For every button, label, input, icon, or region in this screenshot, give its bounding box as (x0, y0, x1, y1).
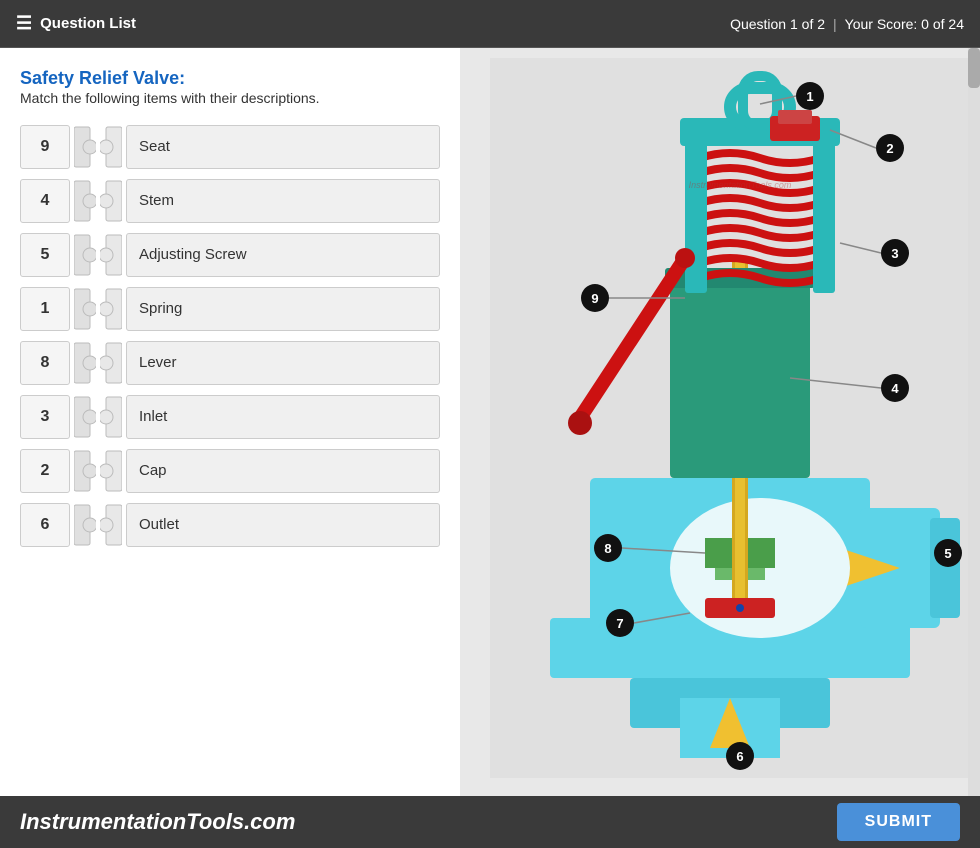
puzzle-left-icon (74, 395, 96, 439)
number-box: 1 (20, 287, 70, 331)
puzzle-left-icon (74, 341, 96, 385)
match-row: 4 Stem (20, 179, 440, 223)
match-rows-container: 9 Seat 4 Stem 5 (20, 125, 440, 547)
top-bar-right: Question 1 of 2 | Your Score: 0 of 24 (730, 16, 964, 32)
number-box: 2 (20, 449, 70, 493)
question-title: Safety Relief Valve: (20, 68, 440, 89)
bottom-bar: InstrumentationTools.com SUBMIT (0, 796, 980, 848)
question-description: Match the following items with their des… (20, 89, 440, 109)
puzzle-right-icon (100, 233, 122, 277)
label-box: Spring (126, 287, 440, 331)
label-box: Seat (126, 125, 440, 169)
svg-text:8: 8 (604, 541, 611, 556)
puzzle-left-icon (74, 449, 96, 493)
svg-text:6: 6 (736, 749, 743, 764)
puzzle-right-icon (100, 395, 122, 439)
diagram-container: 1 2 3 4 5 6 (460, 48, 980, 796)
submit-button[interactable]: SUBMIT (837, 803, 960, 841)
number-box: 8 (20, 341, 70, 385)
puzzle-right-icon (100, 179, 122, 223)
label-box: Stem (126, 179, 440, 223)
top-bar-left: ☰ Question List (16, 13, 136, 34)
main-content: Safety Relief Valve: Match the following… (0, 48, 980, 796)
number-box: 6 (20, 503, 70, 547)
label-box: Outlet (126, 503, 440, 547)
score-display: Your Score: 0 of 24 (845, 16, 964, 32)
match-row: 8 Lever (20, 341, 440, 385)
puzzle-left-icon (74, 503, 96, 547)
match-row: 1 Spring (20, 287, 440, 331)
svg-text:9: 9 (591, 291, 598, 306)
svg-text:5: 5 (944, 546, 951, 561)
valve-diagram-svg: 1 2 3 4 5 6 (490, 58, 970, 778)
puzzle-right-icon (100, 287, 122, 331)
svg-text:InstrumentationTools.com: InstrumentationTools.com (689, 180, 792, 190)
puzzle-left-icon (74, 179, 96, 223)
label-box: Cap (126, 449, 440, 493)
top-bar: ☰ Question List Question 1 of 2 | Your S… (0, 0, 980, 48)
svg-text:3: 3 (891, 246, 898, 261)
puzzle-right-icon (100, 125, 122, 169)
label-box: Adjusting Screw (126, 233, 440, 277)
match-row: 9 Seat (20, 125, 440, 169)
brand-label: InstrumentationTools.com (20, 809, 295, 835)
number-box: 3 (20, 395, 70, 439)
match-row: 5 Adjusting Screw (20, 233, 440, 277)
question-list-label[interactable]: Question List (40, 15, 136, 32)
title-section: Safety Relief Valve: Match the following… (20, 68, 440, 109)
svg-text:4: 4 (891, 381, 899, 396)
label-box: Inlet (126, 395, 440, 439)
puzzle-left-icon (74, 233, 96, 277)
divider: | (833, 16, 837, 32)
puzzle-right-icon (100, 449, 122, 493)
title-highlight: Safety Relief Valve: (20, 68, 185, 88)
puzzle-right-icon (100, 503, 122, 547)
number-box: 9 (20, 125, 70, 169)
puzzle-left-icon (74, 287, 96, 331)
number-box: 5 (20, 233, 70, 277)
svg-text:1: 1 (806, 89, 813, 104)
left-panel: Safety Relief Valve: Match the following… (0, 48, 460, 796)
scroll-bar[interactable] (968, 48, 980, 796)
number-box: 4 (20, 179, 70, 223)
svg-text:2: 2 (886, 141, 893, 156)
question-list-icon: ☰ (16, 13, 32, 34)
puzzle-right-icon (100, 341, 122, 385)
match-row: 6 Outlet (20, 503, 440, 547)
scroll-thumb[interactable] (968, 48, 980, 88)
match-row: 3 Inlet (20, 395, 440, 439)
right-panel: 1 2 3 4 5 6 (460, 48, 980, 796)
question-progress: Question 1 of 2 (730, 16, 825, 32)
svg-text:7: 7 (616, 616, 623, 631)
puzzle-left-icon (74, 125, 96, 169)
label-box: Lever (126, 341, 440, 385)
match-row: 2 Cap (20, 449, 440, 493)
